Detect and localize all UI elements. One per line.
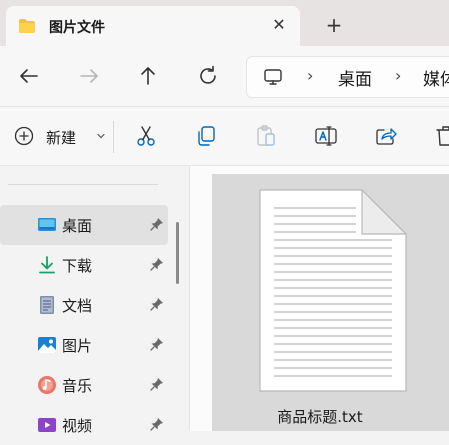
pin-icon[interactable] [150,417,164,431]
sidebar-item-label: 文档 [62,297,93,315]
close-tab-button[interactable]: ✕ [268,14,290,36]
command-divider [113,121,114,153]
file-item[interactable]: 商品标题.txt [212,174,449,431]
file-name: 商品标题.txt [277,408,363,426]
navigation-pane: 桌面 下载 文档 图片 音乐 视频 [0,166,170,435]
pin-icon[interactable] [150,377,164,391]
sidebar-scrollbar[interactable] [172,166,186,431]
pin-icon[interactable] [150,217,164,231]
file-view: 商品标题.txt [190,166,449,431]
breadcrumb-separator: › [395,66,402,85]
plus-circle-icon [14,126,34,146]
sidebar-item-desktop[interactable]: 桌面 [0,205,168,245]
command-bar: 新建 [0,106,449,166]
scrollbar-thumb[interactable] [176,222,179,284]
pictures-icon [38,337,56,353]
tab-strip: 图片文件 ✕ + [0,0,449,46]
folder-icon [19,19,35,33]
text-file-icon [259,189,407,392]
pin-icon[interactable] [150,257,164,271]
new-button-label: 新建 [46,129,77,147]
chevron-down-icon [97,133,105,139]
document-icon [40,296,54,314]
videos-icon [38,418,56,432]
tab-title: 图片文件 [49,20,105,36]
refresh-icon[interactable] [194,62,222,90]
sidebar-item-pictures[interactable]: 图片 [0,325,168,365]
share-icon[interactable] [374,124,398,148]
cut-icon[interactable] [134,124,158,148]
sidebar-item-music[interactable]: 音乐 [0,365,168,405]
rename-icon[interactable] [314,124,338,148]
navigation-bar: › 桌面 › 媒体 [0,46,449,106]
paste-icon[interactable] [254,124,278,148]
copy-icon[interactable] [194,124,218,148]
desktop-icon [38,218,56,231]
breadcrumb-separator: › [307,66,314,85]
new-tab-button[interactable]: + [322,14,346,38]
computer-icon [264,69,282,85]
sidebar-item-videos[interactable]: 视频 [0,405,168,445]
pin-icon[interactable] [150,297,164,311]
sidebar-item-label: 图片 [62,337,93,355]
address-bar[interactable]: › 桌面 › 媒体 [246,56,449,98]
sidebar-item-label: 视频 [62,417,93,435]
forward-arrow-icon[interactable] [75,62,103,90]
tab-pictures[interactable]: 图片文件 ✕ [6,6,300,46]
back-arrow-icon[interactable] [15,62,43,90]
breadcrumb-desktop[interactable]: 桌面 [338,65,372,90]
download-icon [39,256,55,274]
pin-icon[interactable] [150,337,164,351]
sidebar-divider [8,184,158,185]
sidebar-item-downloads[interactable]: 下载 [0,245,168,285]
delete-icon[interactable] [434,124,449,148]
sidebar-item-label: 音乐 [62,377,93,395]
sidebar-item-documents[interactable]: 文档 [0,285,168,325]
sidebar-item-label: 下载 [62,257,93,275]
sidebar-item-label: 桌面 [62,217,93,235]
breadcrumb-media[interactable]: 媒体 [423,65,449,90]
music-icon [38,376,56,394]
up-arrow-icon[interactable] [134,62,162,90]
